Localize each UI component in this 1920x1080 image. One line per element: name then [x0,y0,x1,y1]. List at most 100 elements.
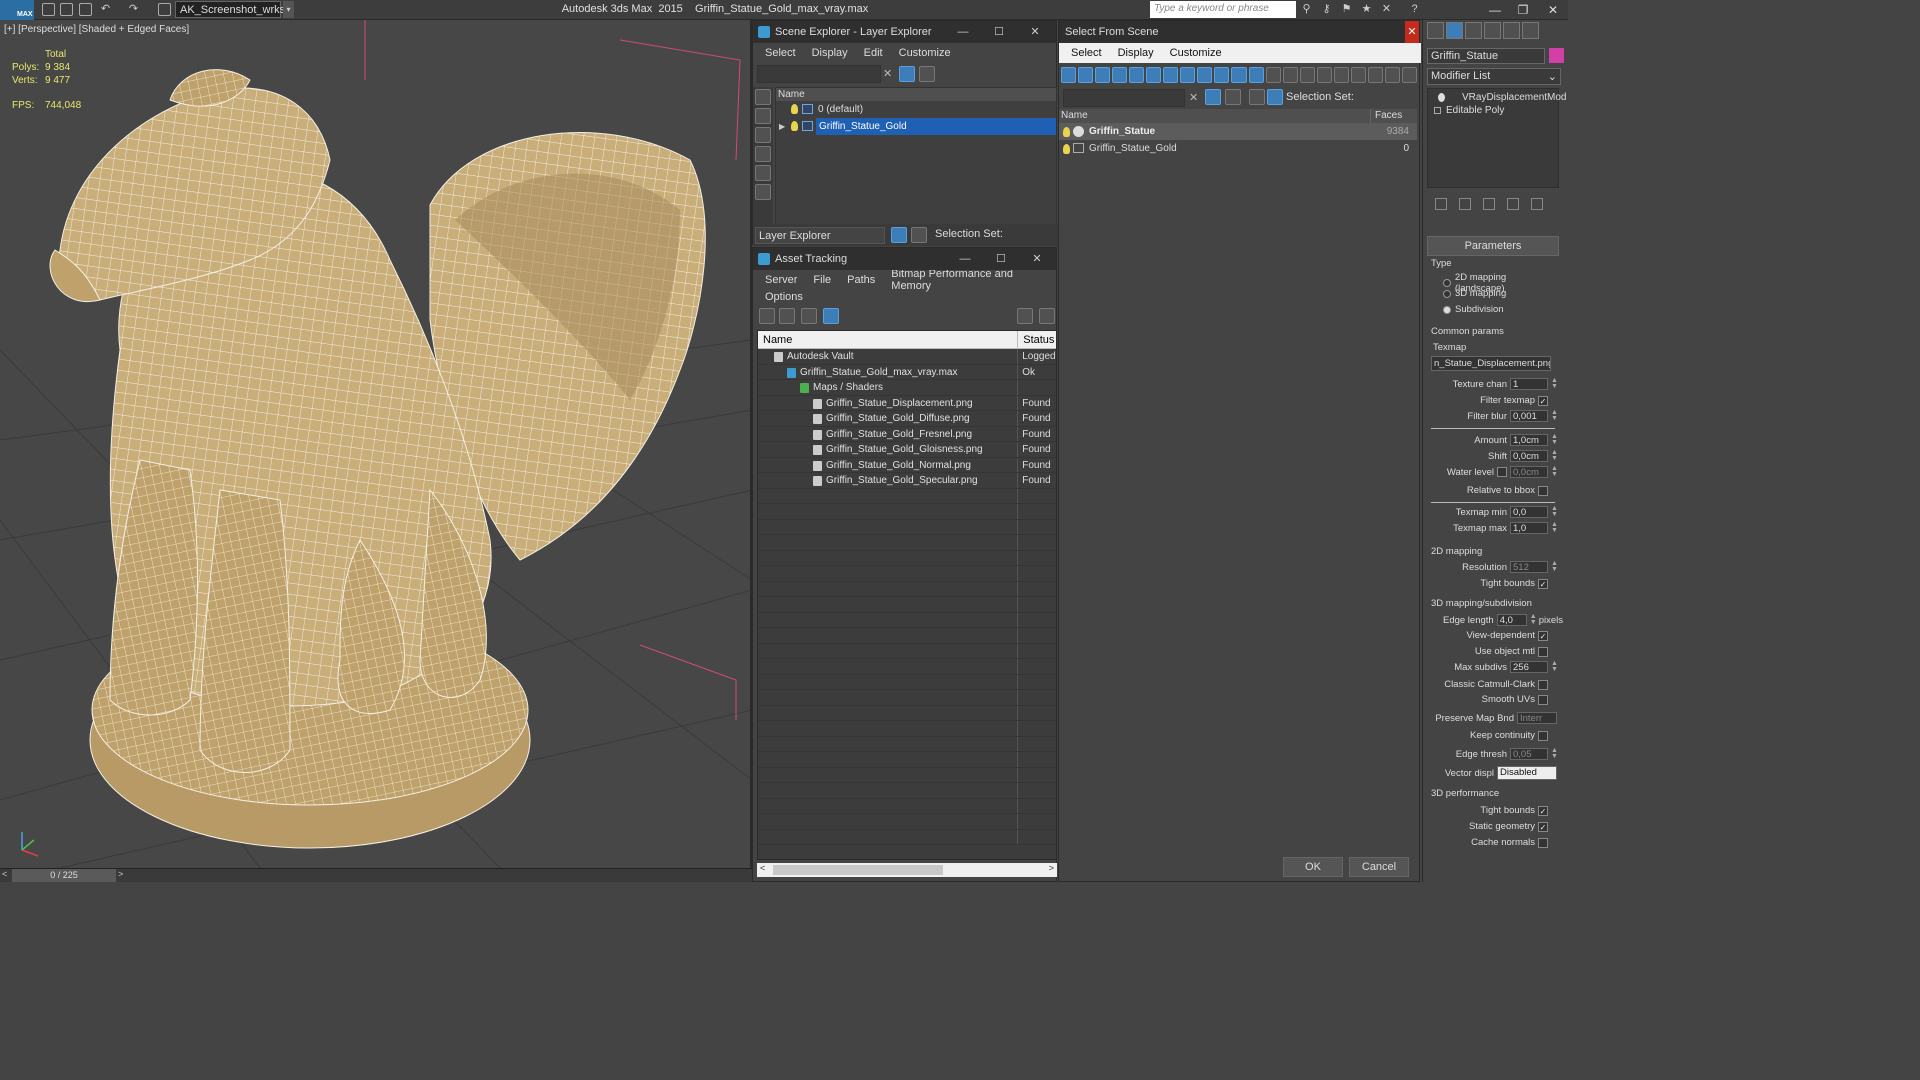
filter-helpers-icon[interactable] [1129,67,1145,83]
max-subdivs-field[interactable]: 256 [1510,661,1548,673]
motion-tab-icon[interactable] [1484,22,1501,39]
settings-icon[interactable] [1039,308,1055,324]
spinner-icon[interactable]: ▲ ▼ [1551,377,1558,390]
horizontal-scrollbar[interactable]: < > [757,863,1057,877]
filter-icon[interactable] [899,66,915,82]
filter-lights-icon[interactable] [1095,67,1111,83]
scrollbar-thumb[interactable] [773,865,943,875]
spinner-icon[interactable]: ▲ ▼ [1551,660,1558,673]
filter-sync-icon[interactable] [1316,67,1332,83]
scroll-left-icon[interactable]: < [760,863,765,873]
workspace-dropdown-arrow[interactable]: ▾ [283,1,294,18]
spinner-icon[interactable]: ▲ ▼ [1551,521,1558,534]
type-subdivision-radio[interactable]: Subdivision [1443,304,1504,315]
use-object-mtl-checkbox[interactable] [1538,646,1548,657]
modifier-list-dropdown[interactable]: Modifier List ⌄ [1427,68,1561,85]
help-icon[interactable] [1017,308,1033,324]
filter-xrefs-icon[interactable] [1180,67,1196,83]
relative-bbox-checkbox[interactable] [1538,485,1548,496]
table-row[interactable]: Autodesk Vault Logged [758,349,1056,365]
view-dependent-checkbox[interactable]: ✓ [1538,630,1548,641]
menu-bitmap-performance[interactable]: Bitmap Performance and Memory [883,268,1056,292]
project-folder-icon[interactable] [158,3,171,16]
tight-bounds2-checkbox[interactable]: ✓ [1538,805,1548,816]
layer-options-icon[interactable] [919,66,935,82]
catmull-clark-checkbox[interactable] [1538,679,1548,690]
water-level-checkbox[interactable] [1497,467,1507,477]
visibility-bulb-icon[interactable] [791,121,798,131]
close-window-button[interactable]: ✕ [1538,1,1568,19]
hierarchy-tab-icon[interactable] [1465,22,1482,39]
layer-tree-header[interactable]: Name [776,88,1056,101]
smooth-uvs-checkbox[interactable] [1538,694,1548,705]
cache-normals-checkbox[interactable] [1538,837,1548,848]
select-filter-input[interactable] [1063,89,1185,107]
configure-sets-icon[interactable] [1531,198,1543,210]
menu-edit[interactable]: Edit [856,47,891,59]
binoculars-icon[interactable]: ⚲ [1300,3,1313,16]
time-prev-icon[interactable]: < [2,869,7,879]
spinner-icon[interactable]: ▲ ▼ [1551,465,1558,478]
filter-containers-icon[interactable] [1214,67,1230,83]
object-color-swatch[interactable] [1549,48,1564,63]
layer-row-default[interactable]: 0 (default) [776,101,1056,118]
table-row[interactable]: Maps / Shaders [758,380,1056,396]
vector-displ-dropdown[interactable]: Disabled [1497,766,1557,780]
explorer-type-dropdown[interactable]: Layer Explorer [755,227,885,244]
table-row[interactable]: Griffin_Statue_Gold_Gloisness.png Found [758,442,1056,458]
app-logo[interactable]: MAX [0,0,34,20]
display-shapes-icon[interactable] [755,108,771,124]
shift-field[interactable]: 0,0cm [1510,450,1548,462]
ok-button[interactable]: OK [1283,857,1343,877]
texmap-button[interactable]: n_Statue_Displacement.png) [1431,356,1551,371]
list-view-icon[interactable] [779,308,795,324]
filter-all-icon[interactable] [1265,67,1281,83]
resolution-field[interactable]: 512 [1510,561,1548,573]
table-row[interactable]: Griffin_Statue_Gold_Normal.png Found [758,457,1056,473]
perspective-viewport[interactable]: [+] [Perspective] [Shaded + Edged Faces]… [0,20,752,868]
display-cameras-icon[interactable] [755,146,771,162]
keyword-search-input[interactable]: Type a keyword or phrase [1150,1,1296,18]
menu-customize[interactable]: Customize [1162,47,1230,59]
modify-tab-icon[interactable] [1446,22,1463,39]
visibility-bulb-icon[interactable] [1063,144,1070,154]
display-helpers-icon[interactable] [755,165,771,181]
filter-shapes-icon[interactable] [1078,67,1094,83]
viewport-label[interactable]: [+] [Perspective] [Shaded + Edged Faces] [4,24,189,35]
favorites-star-icon[interactable]: ★ [1360,3,1373,16]
minimize-icon[interactable]: — [948,21,978,43]
minimize-window-button[interactable]: — [1480,1,1510,19]
utilities-tab-icon[interactable] [1522,22,1539,39]
table-row[interactable]: Griffin_Statue_Gold_Diffuse.png Found [758,411,1056,427]
menu-paths[interactable]: Paths [839,274,883,286]
maximize-icon[interactable]: ☐ [986,248,1016,270]
column-name-header[interactable]: Name [1059,109,1371,123]
remove-modifier-icon[interactable] [1507,198,1519,210]
menu-display[interactable]: Display [1110,47,1162,59]
help-icon[interactable]: ? [1408,3,1421,16]
refresh-icon[interactable] [759,308,775,324]
menu-select[interactable]: Select [757,47,804,59]
minimize-icon[interactable]: — [950,248,980,270]
object-row-griffin-statue-gold[interactable]: Griffin_Statue_Gold 0 [1059,140,1417,157]
table-view-icon[interactable] [823,308,839,324]
scene-explorer-titlebar[interactable]: Scene Explorer - Layer Explorer — ☐ ✕ [753,21,1056,43]
time-slider[interactable]: 0 / 225 [12,869,116,882]
spinner-icon[interactable]: ▲ ▼ [1530,613,1537,626]
open-file-icon[interactable] [60,3,73,16]
layer-row-griffin[interactable]: ▶ Griffin_Statue_Gold [776,118,1056,135]
stack-item-vray-displacement[interactable]: VRayDisplacementMod [1428,91,1567,104]
filter-geometry-icon[interactable] [1061,67,1077,83]
hierarchy-mode-icon[interactable] [1267,89,1283,105]
close-icon[interactable]: ✕ [1020,21,1050,43]
filter-none-icon[interactable] [1282,67,1298,83]
column-status-header[interactable]: Status [1018,331,1056,348]
workspace-dropdown[interactable]: AK_Screenshot_wrksp [175,1,291,18]
thumbnail-view-icon[interactable] [801,308,817,324]
exchange-icon[interactable]: ✕ [1380,3,1393,16]
table-row[interactable]: Griffin_Statue_Gold_Fresnel.png Found [758,426,1056,442]
water-level-field[interactable]: 0,0cm [1510,466,1548,478]
column-faces-header[interactable]: Faces [1371,109,1415,123]
pin-stack-icon[interactable] [1435,198,1447,210]
filter-display-influences-icon[interactable] [1350,67,1366,83]
